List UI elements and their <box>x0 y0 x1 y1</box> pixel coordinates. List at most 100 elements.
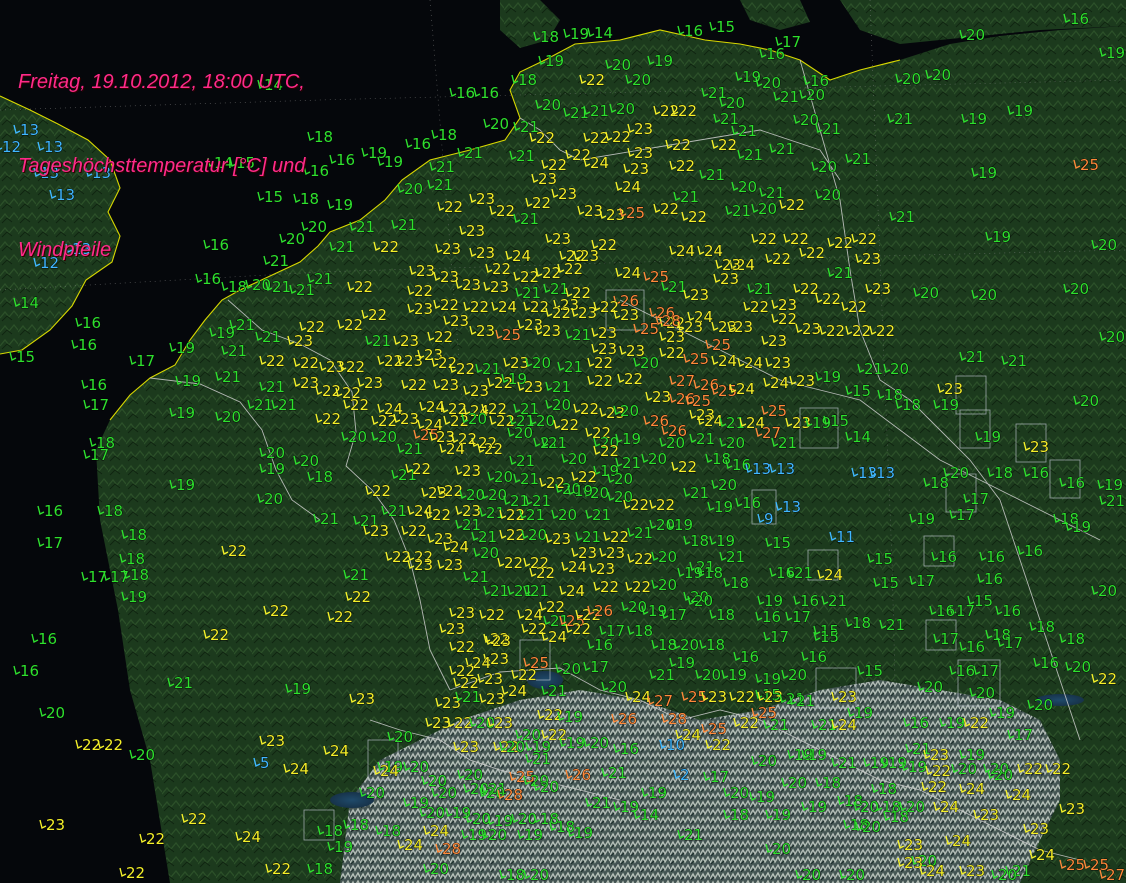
station-temperature: 24 <box>682 726 701 744</box>
station-temperature: 22 <box>666 344 685 362</box>
station-temperature: 18 <box>1066 630 1085 648</box>
station-temperature: 19 <box>728 666 747 684</box>
map-title: Freitag, 19.10.2012, 18:00 UTC, Tageshöc… <box>18 12 305 320</box>
station-temperature: 16 <box>1024 542 1043 560</box>
station-temperature: 19 <box>756 788 775 806</box>
station-temperature: 23 <box>862 250 881 268</box>
station-temperature: 20 <box>532 354 551 372</box>
station-temperature: 21 <box>754 280 773 298</box>
station-temperature: 21 <box>794 564 813 582</box>
station-temperature: 15 <box>974 592 993 610</box>
station-temperature: 22 <box>750 298 769 316</box>
station-temperature: 14 <box>594 24 613 42</box>
station-temperature: 23 <box>266 732 285 750</box>
station-temperature: 18 <box>730 806 749 824</box>
station-temperature: 21 <box>634 524 653 542</box>
station-temperature: 20 <box>1070 280 1089 298</box>
station-temperature: 18 <box>690 532 709 550</box>
station-temperature: 20 <box>542 96 561 114</box>
station-temperature: 18 <box>556 818 575 836</box>
station-temperature: 19 <box>1072 518 1091 536</box>
station-temperature: 22 <box>736 688 755 706</box>
station-temperature: 21 <box>520 210 539 228</box>
station-temperature: 16 <box>20 662 39 680</box>
station-temperature: 5 <box>260 754 270 772</box>
station-temperature: 20 <box>430 860 449 878</box>
station-temperature: 23 <box>980 806 999 824</box>
station-temperature: 20 <box>378 428 397 446</box>
station-temperature: 20 <box>1106 328 1125 346</box>
station-temperature: 22 <box>528 620 547 638</box>
station-temperature: 23 <box>542 322 561 340</box>
station-temperature: 22 <box>612 128 631 146</box>
station-temperature: 20 <box>966 26 985 44</box>
station-temperature: 23 <box>476 190 495 208</box>
station-temperature: 18 <box>822 774 841 792</box>
station-temperature: 25 <box>1066 856 1085 874</box>
station-temperature: 21 <box>778 434 797 452</box>
station-temperature: 20 <box>680 636 699 654</box>
station-temperature: 24 <box>622 264 641 282</box>
station-temperature: 19 <box>524 826 543 844</box>
station-temperature: 21 <box>732 202 751 220</box>
station-temperature: 18 <box>712 450 731 468</box>
station-temperature: 24 <box>450 538 469 556</box>
station-temperature: 21 <box>336 238 355 256</box>
station-temperature: 22 <box>676 157 695 175</box>
station-temperature: 22 <box>564 260 583 278</box>
station-temperature: 21 <box>548 682 567 700</box>
station-temperature: 22 <box>848 298 867 316</box>
station-temperature: 13 <box>876 464 895 482</box>
station-temperature: 15 <box>864 662 883 680</box>
station-temperature: 21 <box>726 414 745 432</box>
station-temperature: 24 <box>404 836 423 854</box>
station-temperature: 13 <box>776 460 795 478</box>
station-temperature: 20 <box>494 468 513 486</box>
station-temperature: 20 <box>558 506 577 524</box>
station-temperature: 22 <box>146 830 165 848</box>
station-temperature: 23 <box>690 286 709 304</box>
station-temperature: 21 <box>770 716 789 734</box>
station-temperature: 22 <box>712 736 731 754</box>
station-temperature: 16 <box>776 564 795 582</box>
station-temperature: 16 <box>310 162 329 180</box>
station-temperature: 21 <box>720 110 739 128</box>
station-temperature: 23 <box>432 714 451 732</box>
station-temperature: 21 <box>526 506 545 524</box>
station-temperature: 21 <box>262 328 281 346</box>
station-temperature: 22 <box>772 250 791 268</box>
station-temperature: 21 <box>490 582 509 600</box>
station-temperature: 21 <box>738 122 757 140</box>
station-temperature: 22 <box>786 196 805 214</box>
station-temperature: 19 <box>452 804 471 822</box>
station-temperature: 22 <box>532 194 551 212</box>
station-temperature: 20 <box>612 56 631 74</box>
station-temperature: 24 <box>926 862 945 880</box>
station-temperature: 19 <box>574 824 593 842</box>
station-temperature: 21 <box>552 378 571 396</box>
station-temperature: 23 <box>552 530 571 548</box>
station-temperature: 22 <box>600 578 619 596</box>
station-temperature: 24 <box>568 558 587 576</box>
station-temperature: 21 <box>520 470 539 488</box>
station-temperature: 21 <box>470 568 489 586</box>
station-temperature: 19 <box>532 738 551 756</box>
station-temperature: 18 <box>104 502 123 520</box>
station-temperature: 21 <box>462 688 481 706</box>
station-temperature: 16 <box>620 740 639 758</box>
station-temperature: 24 <box>940 798 959 816</box>
station-temperature: 16 <box>910 714 929 732</box>
station-temperature: 25 <box>688 688 707 706</box>
station-temperature: 18 <box>314 128 333 146</box>
station-temperature: 15 <box>830 412 849 430</box>
station-temperature: 18 <box>1036 618 1055 636</box>
station-temperature: 19 <box>564 708 583 726</box>
station-temperature: 20 <box>476 714 495 732</box>
station-temperature: 23 <box>466 222 485 240</box>
station-temperature: 18 <box>130 566 149 584</box>
station-temperature: 22 <box>598 236 617 254</box>
station-temperature: 23 <box>792 414 811 432</box>
station-temperature: 19 <box>622 430 641 448</box>
station-temperature: 22 <box>600 298 619 316</box>
station-temperature: 20 <box>562 660 581 678</box>
